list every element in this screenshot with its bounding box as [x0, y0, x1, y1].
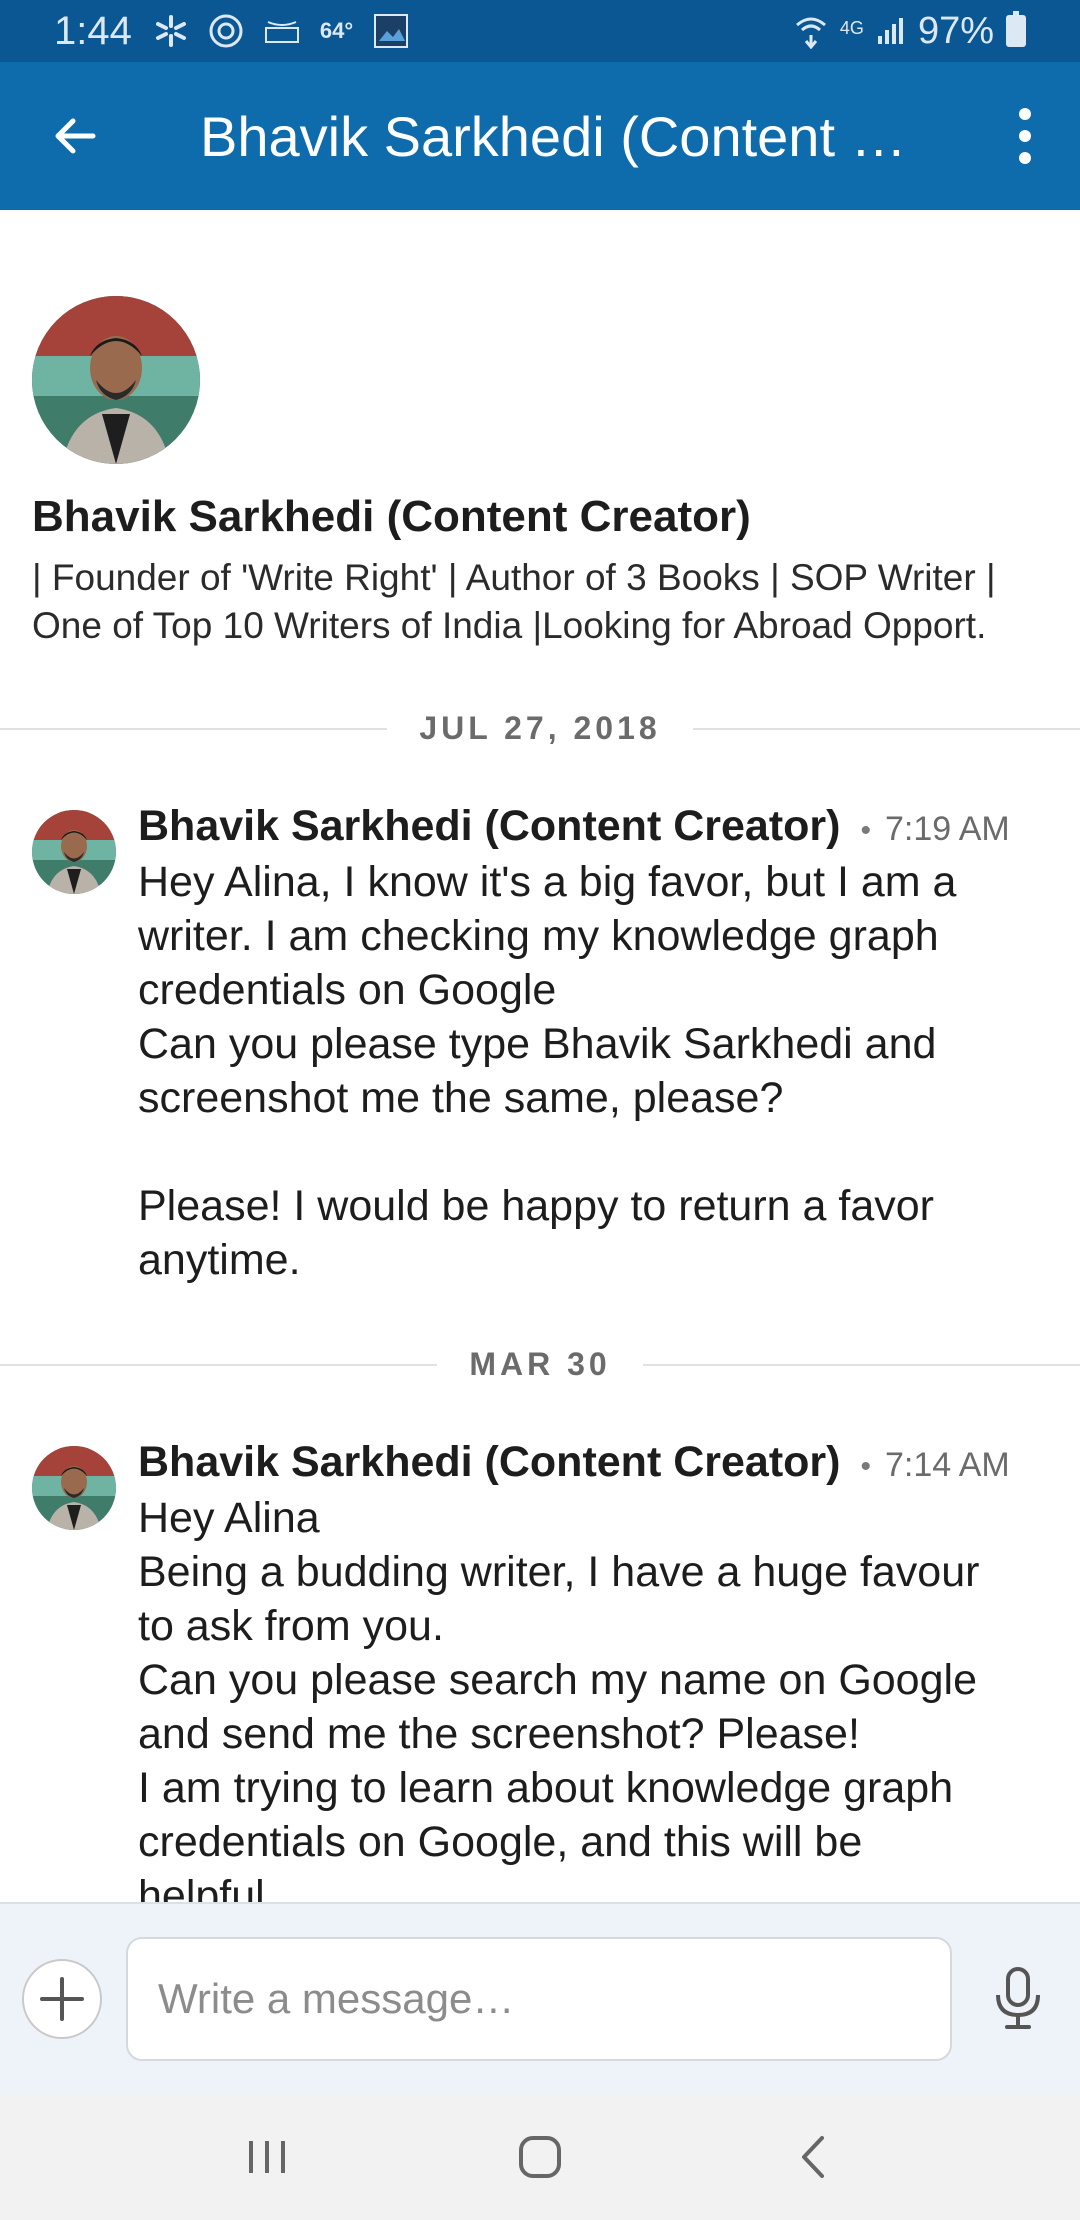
message-text: Hey Alina Being a budding writer, I have… [138, 1494, 980, 1902]
voice-message-button[interactable] [968, 1949, 1068, 2049]
message-body: Bhavik Sarkhedi (Content Creator) • 7:14… [138, 1438, 1062, 1902]
plus-icon [40, 1977, 84, 2021]
arrow-left-icon [55, 118, 96, 154]
home-icon [518, 2136, 561, 2178]
message-item[interactable]: Bhavik Sarkhedi (Content Creator) • 7:14… [32, 1438, 1062, 1902]
profile-name[interactable]: Bhavik Sarkhedi (Content Creator) [32, 492, 1062, 542]
back-icon [802, 2136, 825, 2178]
message-time: 7:19 AM [884, 810, 1010, 848]
screen: 1:44 64° 4G 97% Bhavik Sarkhedi (Content… [0, 0, 1080, 2220]
network-type: 4G [839, 17, 864, 38]
message-header: Bhavik Sarkhedi (Content Creator) • 7:14… [138, 1438, 1062, 1487]
signal-icon [876, 16, 906, 46]
amazon-icon [264, 16, 300, 46]
back-button[interactable] [0, 62, 150, 210]
date-separator: MAR 30 [0, 1346, 1080, 1383]
message-sender[interactable]: Bhavik Sarkhedi (Content Creator) [138, 802, 840, 851]
message-text: Hey Alina, I know it's a big favor, but … [138, 858, 957, 1284]
more-options-button[interactable] [970, 62, 1080, 210]
sender-avatar[interactable] [32, 1446, 116, 1530]
date-label: MAR 30 [469, 1346, 611, 1382]
weather-temperature: 64° [319, 18, 354, 43]
home-button[interactable] [480, 2107, 600, 2207]
system-nav-bar [0, 2094, 1080, 2220]
wifi-calling-icon [794, 13, 828, 49]
message-time: 7:14 AM [884, 1446, 1010, 1484]
compose-bar [0, 1902, 1080, 2094]
walmart-spark-icon [154, 14, 188, 48]
date-label: JUL 27, 2018 [419, 710, 661, 746]
microphone-icon [996, 1967, 1040, 2029]
sender-avatar[interactable] [32, 810, 116, 894]
separator-dot: • [860, 1450, 871, 1483]
status-time: 1:44 [54, 8, 132, 53]
app-bar: Bhavik Sarkhedi (Content C… [0, 62, 1080, 210]
message-thread[interactable]: Bhavik Sarkhedi (Content Creator) | Foun… [0, 210, 1080, 1902]
battery-percent: 97% [917, 9, 994, 52]
date-separator: JUL 27, 2018 [0, 710, 1080, 747]
divider [0, 727, 388, 730]
notification-icons: 64° [154, 13, 409, 49]
message-item[interactable]: Bhavik Sarkhedi (Content Creator) • 7:19… [32, 802, 1062, 1287]
conversation-title[interactable]: Bhavik Sarkhedi (Content C… [200, 104, 940, 169]
message-sender[interactable]: Bhavik Sarkhedi (Content Creator) [138, 1438, 840, 1487]
divider [692, 727, 1080, 730]
recent-apps-button[interactable] [207, 2107, 327, 2207]
divider [0, 1363, 438, 1366]
divider [642, 1363, 1080, 1366]
app-icon [208, 13, 244, 49]
back-nav-button[interactable] [753, 2107, 873, 2207]
status-bar: 1:44 64° 4G 97% [0, 0, 1080, 62]
system-icons: 4G 97% [794, 10, 1026, 53]
profile-header: Bhavik Sarkhedi (Content Creator) | Foun… [32, 296, 1062, 650]
message-header: Bhavik Sarkhedi (Content Creator) • 7:19… [138, 802, 1062, 851]
profile-headline: | Founder of 'Write Right' | Author of 3… [32, 557, 996, 646]
image-icon [373, 13, 409, 49]
profile-avatar[interactable] [32, 296, 200, 464]
recent-apps-icon [248, 2141, 285, 2173]
more-vertical-icon [1019, 108, 1031, 164]
message-input[interactable] [126, 1937, 952, 2061]
separator-dot: • [860, 814, 871, 847]
message-body: Bhavik Sarkhedi (Content Creator) • 7:19… [138, 802, 1062, 1287]
battery-icon [1006, 11, 1026, 47]
attach-button[interactable] [22, 1959, 102, 2039]
